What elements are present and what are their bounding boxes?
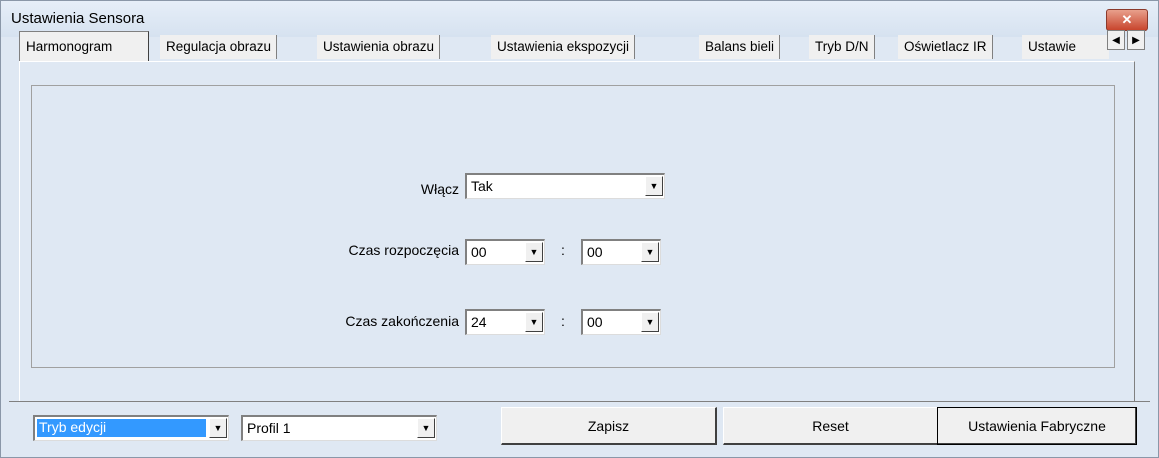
factory-settings-button[interactable]: Ustawienia Fabryczne — [937, 407, 1137, 445]
tab-balans-bieli[interactable]: Balans bieli — [699, 35, 781, 59]
close-button[interactable]: ✕ — [1106, 9, 1148, 31]
dropdown-arrow-icon[interactable]: ▼ — [645, 176, 663, 196]
start-minute-value: 00 — [587, 244, 603, 260]
time-separator: : — [561, 242, 565, 258]
tab-harmonogram[interactable]: Harmonogram — [19, 31, 149, 61]
mode-value: Tryb edycji — [37, 419, 206, 437]
enable-label: Włącz — [420, 181, 459, 197]
start-hour-value: 00 — [471, 244, 487, 260]
dropdown-arrow-icon[interactable]: ▼ — [209, 418, 227, 438]
window-title: Ustawienia Sensora — [11, 10, 145, 27]
schedule-group — [31, 85, 1115, 368]
tab-scroll-left-button[interactable]: ◀ — [1107, 30, 1125, 50]
tab-strip: Harmonogram Regulacja obrazu Ustawienia … — [19, 31, 1109, 61]
end-hour-select[interactable]: 24 ▼ — [465, 309, 545, 335]
tab-ustawienia-obrazu[interactable]: Ustawienia obrazu — [317, 35, 441, 59]
enable-value: Tak — [471, 178, 493, 194]
dropdown-arrow-icon[interactable]: ▼ — [641, 312, 659, 332]
time-separator: : — [561, 313, 565, 329]
tab-scroll-right-button[interactable]: ▶ — [1127, 30, 1145, 50]
profile-value: Profil 1 — [247, 420, 291, 436]
end-time-label: Czas zakończenia — [345, 313, 459, 329]
mode-select[interactable]: Tryb edycji ▼ — [33, 415, 229, 441]
tab-ustawienia-more[interactable]: Ustawie — [1022, 35, 1109, 59]
dropdown-arrow-icon[interactable]: ▼ — [525, 242, 543, 262]
dropdown-arrow-icon[interactable]: ▼ — [641, 242, 659, 262]
start-time-label: Czas rozpoczęcia — [348, 242, 460, 258]
end-minute-select[interactable]: 00 ▼ — [581, 309, 661, 335]
end-hour-value: 24 — [471, 314, 487, 330]
close-icon: ✕ — [1121, 12, 1133, 27]
enable-select[interactable]: Tak ▼ — [465, 173, 665, 199]
save-button[interactable]: Zapisz — [501, 407, 717, 445]
dropdown-arrow-icon[interactable]: ▼ — [525, 312, 543, 332]
arrow-left-icon: ◀ — [1112, 34, 1120, 46]
end-minute-value: 00 — [587, 314, 603, 330]
start-minute-select[interactable]: 00 ▼ — [581, 239, 661, 265]
profile-select[interactable]: Profil 1 ▼ — [241, 415, 437, 441]
sensor-settings-window: Ustawienia Sensora ✕ Harmonogram Regulac… — [0, 0, 1159, 458]
tab-ustawienia-ekspozycji[interactable]: Ustawienia ekspozycji — [491, 35, 636, 59]
arrow-right-icon: ▶ — [1132, 34, 1140, 46]
tab-regulacja-obrazu[interactable]: Regulacja obrazu — [160, 35, 278, 59]
dropdown-arrow-icon[interactable]: ▼ — [417, 418, 435, 438]
tab-tryb-dn[interactable]: Tryb D/N — [809, 35, 875, 59]
reset-button[interactable]: Reset — [723, 407, 939, 445]
start-hour-select[interactable]: 00 ▼ — [465, 239, 545, 265]
tab-oswietlacz-ir[interactable]: Oświetlacz IR — [898, 35, 993, 59]
